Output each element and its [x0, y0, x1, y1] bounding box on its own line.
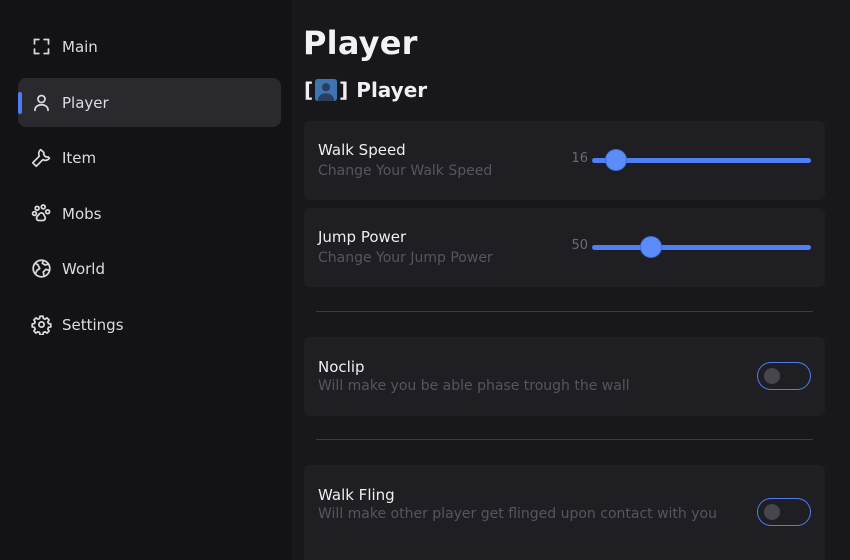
- toggle-thumb: [764, 368, 780, 384]
- sidebar-item-label: Main: [62, 37, 98, 56]
- gear-icon: [30, 314, 52, 336]
- noclip-title: Noclip: [318, 358, 365, 376]
- sidebar-item-item[interactable]: Item: [18, 133, 281, 182]
- jump-power-slider-track[interactable]: [592, 245, 811, 250]
- sidebar-item-label: Mobs: [62, 204, 102, 223]
- jump-power-description: Change Your Jump Power: [318, 250, 493, 266]
- noclip-description: Will make you be able phase trough the w…: [318, 378, 630, 394]
- sidebar-item-label: World: [62, 259, 105, 278]
- sidebar-item-player[interactable]: Player: [18, 78, 281, 127]
- jump-power-value: 50: [571, 238, 588, 253]
- person-emoji-icon: [315, 79, 338, 101]
- jump-power-card: Jump Power Change Your Jump Power 50: [304, 208, 825, 287]
- walk-speed-description: Change Your Walk Speed: [318, 163, 493, 179]
- sidebar-item-settings[interactable]: Settings: [18, 300, 281, 349]
- section-bracket-open: [: [304, 78, 314, 102]
- jump-power-slider-knob[interactable]: [641, 237, 662, 257]
- walk-fling-toggle[interactable]: [757, 498, 811, 526]
- wrench-icon: [30, 147, 52, 169]
- divider: [316, 311, 813, 312]
- app-window: Main Player Item Mobs World Settings Pla…: [0, 0, 850, 560]
- sidebar-item-mobs[interactable]: Mobs: [18, 189, 281, 238]
- sidebar-item-world[interactable]: World: [18, 244, 281, 293]
- section-bracket-close: ]: [339, 78, 349, 102]
- jump-power-title: Jump Power: [318, 228, 407, 246]
- walk-fling-card: Walk Fling Will make other player get fl…: [304, 465, 825, 560]
- active-indicator: [18, 92, 22, 114]
- sidebar-item-label: Item: [62, 148, 97, 167]
- paw-icon: [30, 203, 52, 225]
- noclip-toggle[interactable]: [757, 362, 811, 390]
- globe-icon: [30, 258, 52, 280]
- walk-fling-title: Walk Fling: [318, 486, 395, 504]
- fullscreen-corners-icon: [30, 36, 52, 58]
- walk-speed-card: Walk Speed Change Your Walk Speed 16: [304, 121, 825, 200]
- walk-speed-title: Walk Speed: [318, 141, 406, 159]
- walk-speed-value: 16: [571, 151, 588, 166]
- section-title: [ ] Player: [304, 78, 427, 102]
- walk-speed-slider-knob[interactable]: [606, 150, 627, 170]
- sidebar: Main Player Item Mobs World Settings: [0, 0, 292, 560]
- sidebar-item-label: Player: [62, 93, 109, 112]
- sidebar-item-main[interactable]: Main: [18, 22, 281, 71]
- toggle-thumb: [764, 504, 780, 520]
- page-title: Player: [303, 24, 418, 62]
- walk-fling-description: Will make other player get flinged upon …: [318, 506, 717, 522]
- user-icon: [30, 92, 52, 114]
- divider: [316, 439, 813, 440]
- sidebar-item-label: Settings: [62, 315, 124, 334]
- noclip-card: Noclip Will make you be able phase troug…: [304, 337, 825, 416]
- section-label: Player: [356, 78, 428, 102]
